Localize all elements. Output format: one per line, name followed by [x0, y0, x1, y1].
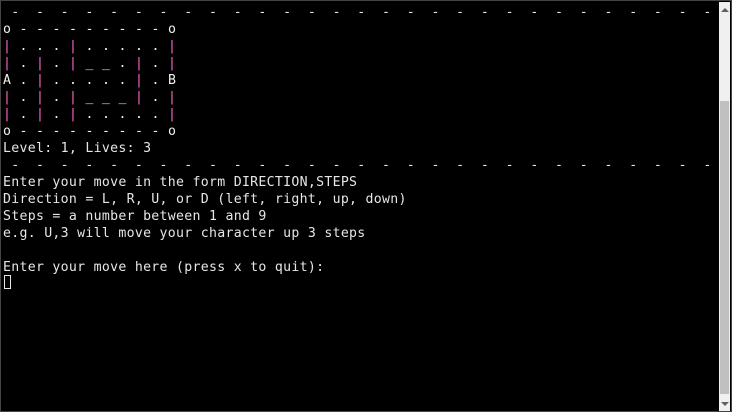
terminal-output[interactable]: - - - - - - - - - - - - - - - - - - - - …: [2, 2, 719, 411]
maze-row-0: o - - - - - - - - - o: [3, 22, 177, 37]
maze-row-5: | . | . | . . . . . |: [3, 107, 177, 122]
scroll-down-arrow-icon[interactable]: [719, 396, 730, 411]
maze-row-6: o - - - - - - - - - o: [3, 124, 177, 139]
terminal-window: - - - - - - - - - - - - - - - - - - - - …: [0, 0, 732, 412]
scroll-up-arrow-icon[interactable]: [719, 2, 730, 17]
maze-row-1: | . . . | . . . . . |: [3, 39, 177, 54]
text-cursor[interactable]: [4, 275, 11, 289]
separator-line-top: - - - - - - - - - - - - - - - - - - - - …: [3, 5, 719, 20]
instruction-line-2: Direction = L, R, U, or D (left, right, …: [3, 192, 407, 207]
instruction-line-3: Steps = a number between 1 and 9: [3, 209, 267, 224]
maze-row-3: A . | . . . . . | . B: [3, 73, 177, 88]
move-prompt: Enter your move here (press x to quit):: [3, 260, 325, 275]
maze-row-4: | . | . | _ _ _ | . |: [3, 90, 177, 105]
separator-line-bottom: - - - - - - - - - - - - - - - - - - - - …: [3, 158, 719, 173]
vertical-scrollbar[interactable]: [719, 2, 730, 411]
scroll-thumb[interactable]: [720, 101, 729, 394]
maze-row-2: | . | . | _ _ . | . |: [3, 56, 177, 71]
instruction-line-1: Enter your move in the form DIRECTION,ST…: [3, 175, 358, 190]
instruction-line-4: e.g. U,3 will move your character up 3 s…: [3, 226, 366, 241]
level-lives-status: Level: 1, Lives: 3: [3, 141, 152, 156]
